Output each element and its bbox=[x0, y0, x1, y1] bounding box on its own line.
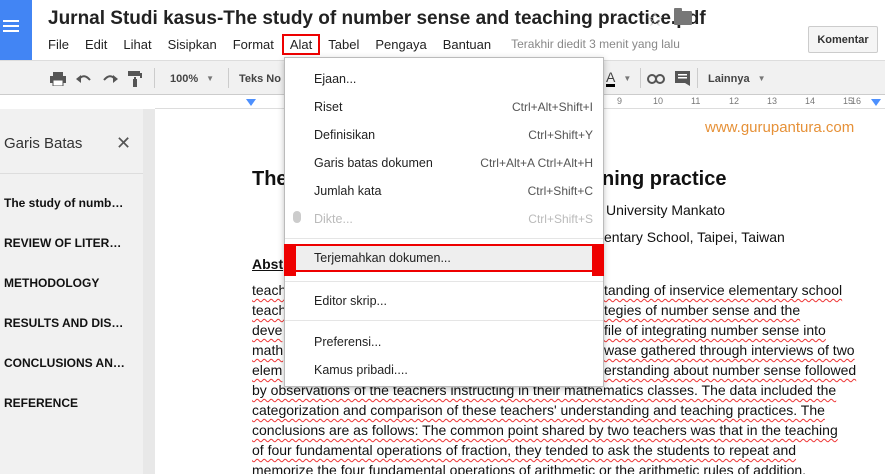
undo-icon[interactable] bbox=[76, 61, 92, 96]
sidebar-title: Garis Batas bbox=[4, 135, 83, 152]
body-line: math bbox=[252, 342, 284, 358]
left-indent-marker[interactable] bbox=[246, 99, 256, 106]
menu-edit[interactable]: Edit bbox=[77, 34, 115, 55]
folder-icon[interactable] bbox=[674, 8, 692, 25]
menu-item-preferences[interactable]: Preferensi... bbox=[285, 328, 603, 356]
outline-item[interactable]: REVIEW OF LITER… bbox=[4, 236, 121, 250]
body-line: teach bbox=[252, 282, 287, 298]
menu-item-translate-document[interactable]: Terjemahkan dokumen... bbox=[284, 244, 604, 276]
menu-item-personal-dictionary[interactable]: Kamus pribadi.... bbox=[285, 356, 603, 384]
menu-file[interactable]: File bbox=[40, 34, 77, 55]
redo-icon[interactable] bbox=[102, 61, 118, 96]
outline-item[interactable]: CONCLUSIONS AN… bbox=[4, 356, 125, 370]
body-line: wase gathered through interviews of two bbox=[604, 342, 855, 358]
right-indent-marker[interactable] bbox=[871, 99, 881, 106]
watermark: www.gurupantura.com bbox=[705, 119, 855, 136]
zoom-select[interactable]: 100% ▼ bbox=[170, 61, 214, 96]
body-line: file of integrating number sense into bbox=[604, 322, 826, 338]
menu-addons[interactable]: Pengaya bbox=[367, 34, 434, 55]
close-icon[interactable]: ✕ bbox=[116, 133, 131, 154]
star-icon[interactable]: ☆ bbox=[646, 7, 664, 32]
docs-home-icon[interactable] bbox=[0, 0, 32, 60]
menu-item-script-editor[interactable]: Editor skrip... bbox=[285, 287, 603, 315]
ruler-tick: 14 bbox=[805, 96, 816, 106]
outline-item[interactable]: METHODOLOGY bbox=[4, 276, 99, 290]
ruler-tick: 11 bbox=[691, 96, 701, 106]
menu-item-document-outline[interactable]: Garis batas dokumen Ctrl+Alt+A Ctrl+Alt+… bbox=[285, 149, 603, 177]
body-line: erstanding about number sense followed bbox=[604, 362, 857, 378]
menu-item-word-count[interactable]: Jumlah kata Ctrl+Shift+C bbox=[285, 177, 603, 205]
menu-help[interactable]: Bantuan bbox=[435, 34, 499, 55]
author-affiliation-1: University Mankato bbox=[606, 202, 726, 218]
menu-item-spelling[interactable]: Ejaan... bbox=[285, 65, 603, 93]
body-line: conclusions are as follows: The common p… bbox=[252, 422, 838, 438]
menu-item-research[interactable]: Riset Ctrl+Alt+Shift+I bbox=[285, 93, 603, 121]
tools-dropdown-menu: Ejaan... Riset Ctrl+Alt+Shift+I Definisi… bbox=[284, 57, 604, 387]
body-line: of four fundamental operations of fracti… bbox=[252, 442, 797, 458]
header: Jurnal Studi kasus-The study of number s… bbox=[0, 0, 885, 60]
body-line: teach bbox=[252, 302, 287, 318]
ruler-tick: 13 bbox=[767, 96, 778, 106]
menu-insert[interactable]: Sisipkan bbox=[160, 34, 225, 55]
body-line: deve bbox=[252, 322, 283, 338]
document-outline-sidebar: Garis Batas ✕ The study of numb… REVIEW … bbox=[0, 109, 155, 474]
last-edit-status[interactable]: Terakhir diedit 3 menit yang lalu bbox=[511, 37, 680, 51]
ruler-tick: 16 bbox=[851, 96, 862, 106]
ruler-tick: 9 bbox=[617, 96, 623, 106]
body-line: memorize the four fundamental operations… bbox=[252, 462, 807, 474]
paper-title-left: The bbox=[252, 168, 288, 190]
print-icon[interactable] bbox=[50, 61, 66, 96]
menu-item-define[interactable]: Definisikan Ctrl+Shift+Y bbox=[285, 121, 603, 149]
body-line: tegies of number sense and the bbox=[604, 302, 801, 318]
menu-view[interactable]: Lihat bbox=[115, 34, 159, 55]
link-icon[interactable] bbox=[647, 61, 665, 96]
paper-title-right: ning practice bbox=[602, 168, 727, 190]
body-line: tanding of inservice elementary school bbox=[604, 282, 843, 298]
body-line: categorization and comparison of these t… bbox=[252, 402, 825, 418]
more-button[interactable]: Lainnya ▼ bbox=[708, 61, 766, 96]
text-color-button[interactable]: A ▼ bbox=[606, 61, 631, 96]
menu-tools[interactable]: Alat bbox=[281, 33, 321, 55]
comment-icon[interactable] bbox=[675, 61, 690, 96]
microphone-icon bbox=[293, 211, 301, 223]
style-select[interactable]: Teks No bbox=[239, 61, 281, 96]
ruler-tick: 10 bbox=[653, 96, 664, 106]
outline-item[interactable]: The study of numb… bbox=[4, 196, 123, 210]
body-line: elem bbox=[252, 362, 283, 378]
menu-bar: File Edit Lihat Sisipkan Format Alat Tab… bbox=[40, 33, 680, 55]
paint-format-icon[interactable] bbox=[128, 61, 142, 96]
abstract-heading: Abst bbox=[252, 256, 284, 272]
outline-item[interactable]: REFERENCE bbox=[4, 396, 78, 410]
menu-table[interactable]: Tabel bbox=[320, 34, 367, 55]
menu-item-voice-typing[interactable]: Dikte... Ctrl+Shift+S bbox=[285, 205, 603, 233]
outline-item[interactable]: RESULTS AND DIS… bbox=[4, 316, 123, 330]
menu-format[interactable]: Format bbox=[225, 34, 282, 55]
ruler-tick: 12 bbox=[729, 96, 740, 106]
document-title[interactable]: Jurnal Studi kasus-The study of number s… bbox=[48, 8, 706, 30]
author-affiliation-2: entary School, Taipei, Taiwan bbox=[604, 229, 785, 245]
comments-button[interactable]: Komentar bbox=[808, 26, 878, 53]
